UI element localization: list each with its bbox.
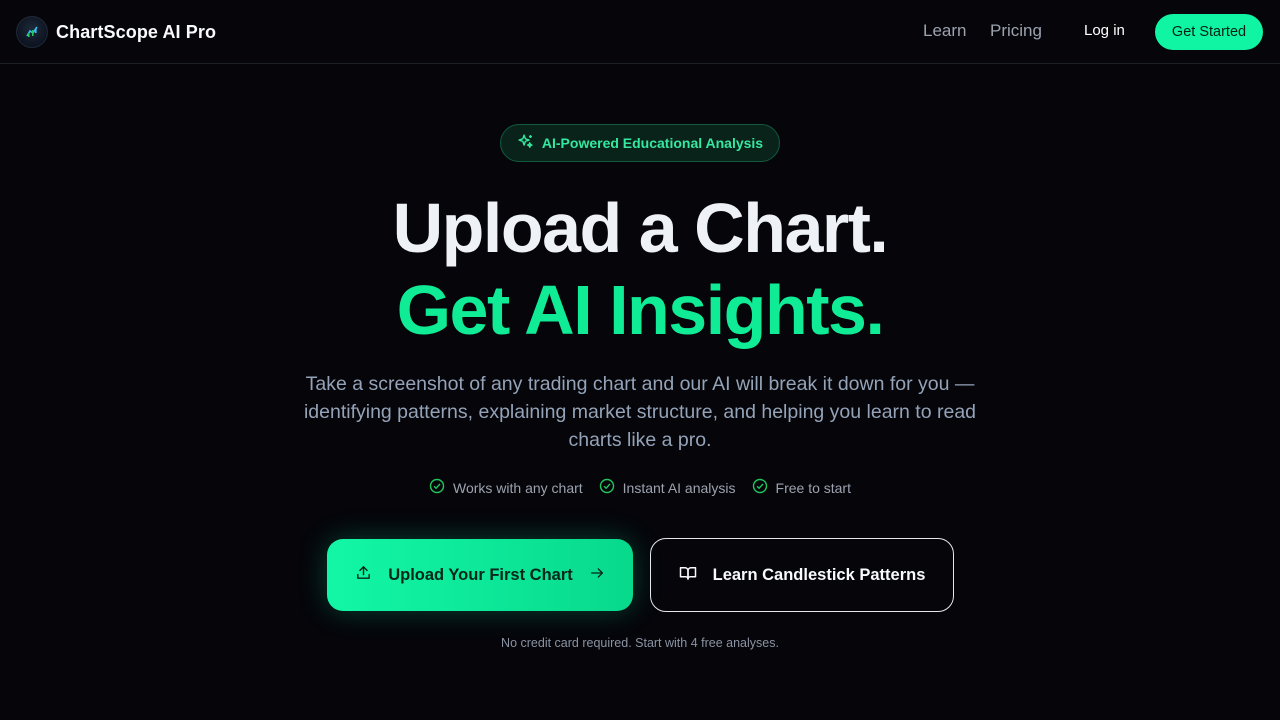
book-open-icon <box>679 564 697 587</box>
check-circle-icon <box>429 478 445 497</box>
brand[interactable]: ChartScope AI Pro <box>16 16 216 48</box>
feature-item: Works with any chart <box>429 478 583 497</box>
feature-label: Free to start <box>775 479 851 496</box>
headline-line-2: Get AI Insights. <box>396 271 885 349</box>
feature-item: Free to start <box>752 478 851 497</box>
feature-list: Works with any chart Instant AI analysis… <box>0 478 1280 497</box>
top-nav: ChartScope AI Pro Learn Pricing Log in G… <box>0 0 1280 64</box>
nav-link-pricing[interactable]: Pricing <box>990 21 1042 41</box>
hero-badge: AI-Powered Educational Analysis <box>500 124 780 162</box>
check-circle-icon <box>599 478 615 497</box>
feature-item: Instant AI analysis <box>599 478 736 497</box>
check-circle-icon <box>752 478 768 497</box>
feature-label: Works with any chart <box>453 479 583 496</box>
login-link[interactable]: Log in <box>1084 22 1125 39</box>
feature-label: Instant AI analysis <box>622 479 736 496</box>
nav-link-learn[interactable]: Learn <box>923 21 966 41</box>
badge-label: AI-Powered Educational Analysis <box>541 135 764 151</box>
upload-chart-label: Upload Your First Chart <box>388 565 573 584</box>
arrow-right-icon <box>589 565 605 586</box>
brand-name: ChartScope AI Pro <box>56 21 217 42</box>
learn-patterns-label: Learn Candlestick Patterns <box>712 565 926 584</box>
upload-chart-button[interactable]: Upload Your First Chart <box>327 539 633 611</box>
get-started-button[interactable]: Get Started <box>1155 14 1263 50</box>
sparkles-icon <box>517 133 534 153</box>
hero-description: Take a screenshot of any trading chart a… <box>303 373 977 451</box>
upload-icon <box>355 564 372 586</box>
chart-logo-icon <box>16 16 48 48</box>
headline-line-1: Upload a Chart. <box>392 189 889 267</box>
footnote: No credit card required. Start with 4 fr… <box>501 636 779 650</box>
learn-patterns-button[interactable]: Learn Candlestick Patterns <box>650 538 954 612</box>
